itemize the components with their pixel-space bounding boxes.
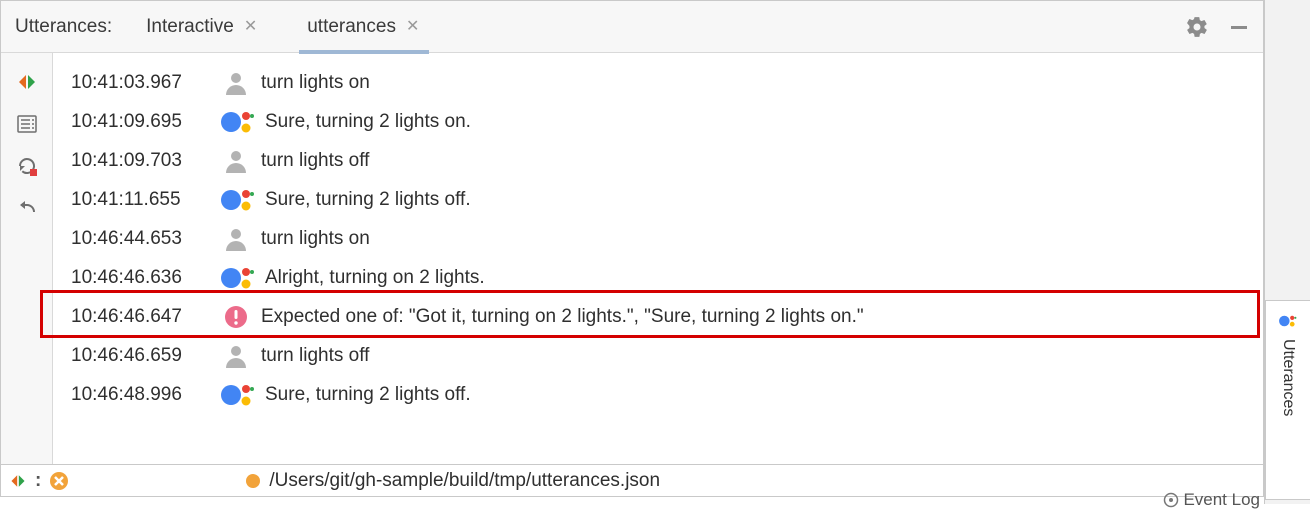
- log-message: turn lights on: [261, 72, 370, 94]
- log-timestamp: 10:41:09.703: [71, 150, 211, 172]
- log-message: Sure, turning 2 lights on.: [265, 111, 471, 133]
- log-row[interactable]: 10:46:44.653 turn lights on: [71, 219, 1255, 258]
- log-message: turn lights off: [261, 345, 369, 367]
- assistant-icon: [219, 263, 257, 293]
- log-message: Sure, turning 2 lights off.: [265, 384, 471, 406]
- status-path: /Users/git/gh-sample/build/tmp/utterance…: [269, 470, 660, 492]
- log-timestamp: 10:46:46.659: [71, 345, 211, 367]
- log-timestamp: 10:41:03.967: [71, 72, 211, 94]
- user-icon: [219, 342, 253, 370]
- log-row[interactable]: 10:41:09.695 Sure, turning 2 lights on.: [71, 102, 1255, 141]
- assistant-icon: [219, 185, 257, 215]
- log-message: Expected one of: "Got it, turning on 2 l…: [261, 306, 864, 328]
- log-row[interactable]: 10:41:11.655 Sure, turning 2 lights off.: [71, 180, 1255, 219]
- close-icon[interactable]: ✕: [242, 19, 259, 35]
- log-message: turn lights off: [261, 150, 369, 172]
- assistant-icon: [219, 107, 257, 137]
- log-message: Sure, turning 2 lights off.: [265, 189, 471, 211]
- log-message: Alright, turning on 2 lights.: [265, 267, 485, 289]
- status-bar: : /Users/git/gh-sample/build/tmp/utteran…: [0, 465, 1264, 497]
- log-area[interactable]: 10:41:03.967 turn lights on10:41:09.695 …: [53, 53, 1263, 464]
- log-timestamp: 10:41:09.695: [71, 111, 211, 133]
- minimize-icon[interactable]: [1229, 17, 1249, 37]
- log-row[interactable]: 10:46:46.647 Expected one of: "Got it, t…: [71, 297, 1255, 336]
- close-icon[interactable]: ✕: [404, 19, 421, 35]
- rerun-icon[interactable]: [16, 155, 38, 177]
- layout-icon[interactable]: [16, 113, 38, 135]
- log-row[interactable]: 10:46:46.636 Alright, turning on 2 light…: [71, 258, 1255, 297]
- user-icon: [219, 225, 253, 253]
- utterances-panel: Utterances: Interactive ✕ utterances ✕: [0, 0, 1264, 465]
- assistant-icon: [219, 380, 257, 410]
- tab-bar: Utterances: Interactive ✕ utterances ✕: [1, 1, 1263, 53]
- log-timestamp: 10:46:46.636: [71, 267, 211, 289]
- status-close-icon[interactable]: [49, 471, 69, 491]
- tab-utterances[interactable]: utterances ✕: [303, 1, 425, 53]
- warning-icon: [219, 305, 253, 329]
- tab-interactive[interactable]: Interactive ✕: [142, 1, 263, 53]
- status-dot-icon: [245, 473, 261, 489]
- panel-title: Utterances:: [15, 16, 112, 38]
- user-icon: [219, 69, 253, 97]
- event-log-label: Event Log: [1183, 490, 1260, 509]
- panel-content: 10:41:03.967 turn lights on10:41:09.695 …: [1, 53, 1263, 464]
- log-message: turn lights on: [261, 228, 370, 250]
- log-timestamp: 10:46:46.647: [71, 306, 211, 328]
- assistant-icon: [1278, 311, 1298, 331]
- tab-label: utterances: [307, 16, 396, 38]
- tab-label: Interactive: [146, 16, 234, 38]
- gear-icon[interactable]: [1185, 15, 1209, 39]
- run-icon[interactable]: [16, 71, 38, 93]
- right-rail-tab-label: Utterances: [1279, 339, 1297, 416]
- right-rail: Utterances: [1264, 0, 1310, 504]
- user-icon: [219, 147, 253, 175]
- log-timestamp: 10:41:11.655: [71, 189, 211, 211]
- log-timestamp: 10:46:48.996: [71, 384, 211, 406]
- log-row[interactable]: 10:46:48.996 Sure, turning 2 lights off.: [71, 375, 1255, 414]
- status-colon: :: [35, 470, 41, 492]
- event-log-button[interactable]: Event Log: [1163, 490, 1260, 510]
- log-timestamp: 10:46:44.653: [71, 228, 211, 250]
- log-row[interactable]: 10:41:09.703 turn lights off: [71, 141, 1255, 180]
- right-rail-tab-utterances[interactable]: Utterances: [1265, 300, 1310, 500]
- toolbar-gutter: [1, 53, 53, 464]
- log-row[interactable]: 10:46:46.659 turn lights off: [71, 336, 1255, 375]
- run-icon[interactable]: [9, 472, 27, 490]
- undo-icon[interactable]: [16, 197, 38, 219]
- log-row[interactable]: 10:41:03.967 turn lights on: [71, 63, 1255, 102]
